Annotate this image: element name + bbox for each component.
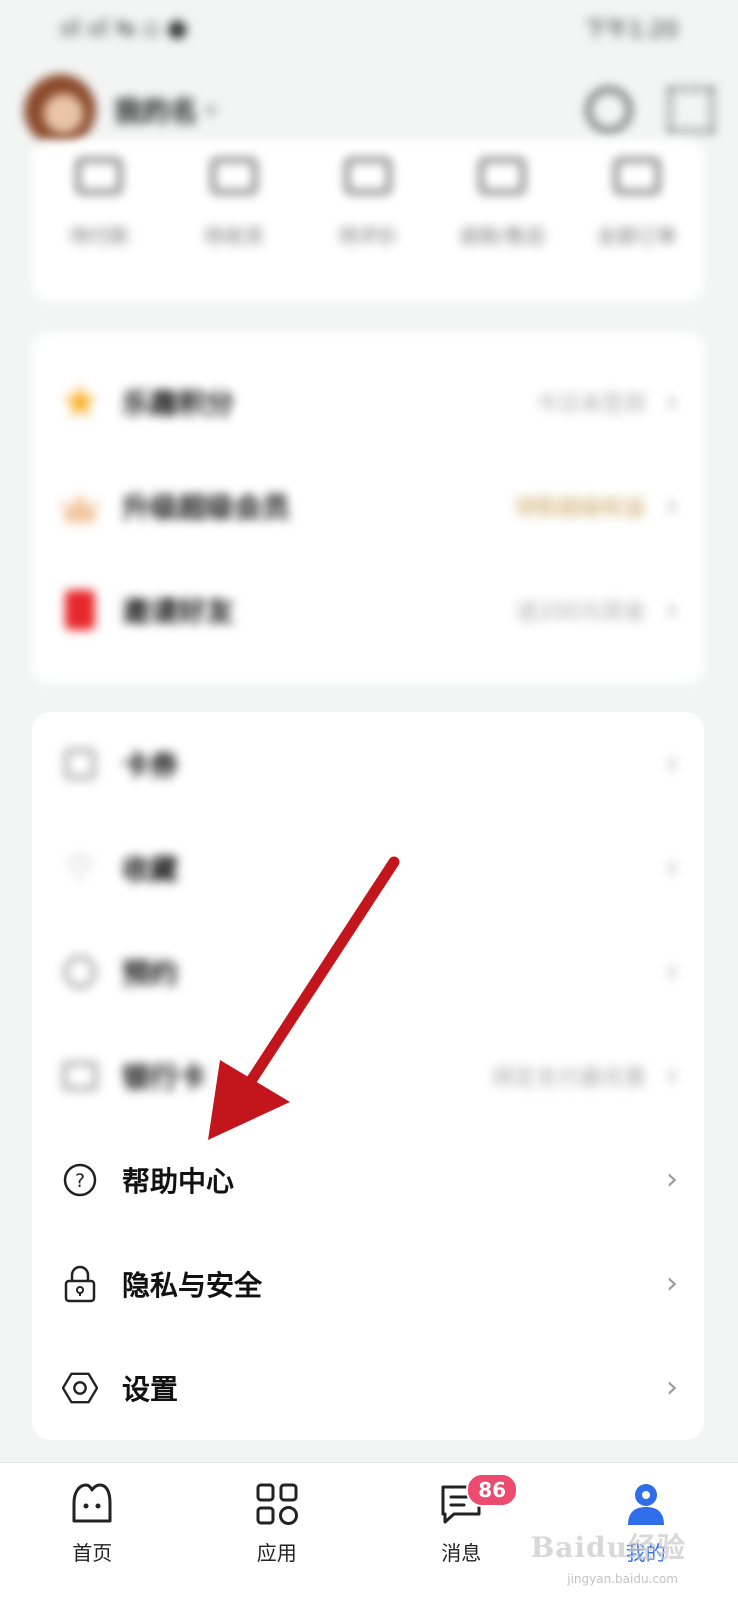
chevron-right-icon: ›	[666, 850, 678, 885]
menu-item-upgrade-vip[interactable]: 升级超级会员 领取超级权益 ›	[32, 454, 704, 558]
menu-item-coupons[interactable]: 卡券 ›	[32, 712, 704, 816]
orders-card: 待付款 待收货 待评价 退款/售后 全部订单	[32, 140, 704, 302]
chevron-right-icon: ›	[666, 488, 678, 523]
menu-item-label: 升级超级会员	[122, 491, 291, 524]
status-bar: ııl ııl ⇆ ▫ ● 下午1:20	[0, 0, 738, 56]
services-card: 卡券 › ♡ 收藏 › 预约 › 银行卡 绑定支付最优惠 › ? 帮助中心 › …	[32, 712, 704, 1440]
menu-item-invite-friends[interactable]: 邀请好友 送200元现金 ›	[32, 558, 704, 662]
star-icon	[62, 383, 98, 418]
review-icon	[344, 158, 391, 194]
nav-label: 消息	[441, 1541, 482, 1565]
settings-gear-icon[interactable]	[586, 87, 632, 133]
menu-item-label: 预约	[122, 957, 179, 990]
order-pending-payment[interactable]: 待付款	[44, 158, 154, 302]
status-signal: ııl ııl ⇆ ▫ ●	[60, 14, 188, 42]
menu-item-label: 设置	[122, 1373, 179, 1406]
status-time: 下午1:20	[584, 18, 678, 43]
menu-item-label: 卡券	[122, 749, 179, 782]
menu-item-label: 收藏	[122, 853, 179, 886]
profile-icon	[621, 1479, 671, 1529]
nav-messages[interactable]: 86 消息	[386, 1463, 536, 1566]
chevron-right-icon: ›	[666, 746, 678, 781]
coupon-icon	[65, 749, 95, 779]
order-label: 退款/售后	[458, 224, 546, 248]
menu-item-label: 帮助中心	[122, 1165, 235, 1198]
order-pending-receipt[interactable]: 待收货	[179, 158, 289, 302]
unread-badge: 86	[466, 1473, 519, 1507]
bank-card-icon	[63, 1062, 97, 1090]
chevron-right-icon: ›	[666, 1266, 678, 1301]
nav-label: 首页	[72, 1541, 113, 1565]
refund-icon	[479, 158, 526, 194]
menu-item-value: 领取超级权益	[513, 496, 646, 521]
menu-item-settings[interactable]: 设置 ›	[32, 1336, 704, 1440]
apps-grid-icon	[252, 1479, 302, 1529]
crown-icon	[62, 492, 98, 523]
menu-item-value: 绑定支付最优惠	[491, 1066, 646, 1091]
order-label: 待评价	[337, 224, 398, 248]
chevron-right-icon: ›	[666, 1162, 678, 1197]
nav-label: 应用	[256, 1541, 297, 1565]
chevron-right-icon: ›	[666, 1058, 678, 1093]
clock-icon	[64, 956, 96, 988]
chevron-right-icon: ›	[666, 384, 678, 419]
order-pending-review[interactable]: 待评价	[313, 158, 423, 302]
benefits-card: 乐趣积分 今日未签到 › 升级超级会员 领取超级权益 › 邀请好友 送200元现…	[32, 332, 704, 684]
settings-hexagon-icon	[62, 1370, 98, 1406]
account-switch-caret-icon[interactable]: ▾	[206, 98, 216, 122]
menu-item-appointments[interactable]: 预约 ›	[32, 920, 704, 1024]
chevron-right-icon: ›	[666, 954, 678, 989]
order-refund[interactable]: 退款/售后	[447, 158, 557, 302]
red-packet-icon	[65, 590, 95, 630]
username[interactable]: 我的名	[114, 90, 198, 130]
svg-text:?: ?	[75, 1170, 85, 1192]
order-label: 全部订单	[596, 224, 677, 248]
heart-icon: ♡	[66, 850, 94, 886]
menu-item-value: 送200元现金	[516, 600, 646, 625]
order-label: 待收货	[203, 224, 264, 248]
watermark-url: jingyan.baidu.com	[567, 1572, 678, 1586]
menu-item-label: 银行卡	[122, 1061, 207, 1094]
menu-item-label: 隐私与安全	[122, 1269, 263, 1302]
home-icon	[67, 1479, 117, 1529]
nav-home[interactable]: 首页	[17, 1463, 167, 1566]
menu-item-points[interactable]: 乐趣积分 今日未签到 ›	[32, 350, 704, 454]
orders-list-icon	[613, 158, 660, 194]
menu-item-value: 今日未签到	[535, 392, 646, 417]
menu-item-label: 乐趣积分	[122, 387, 235, 420]
scan-icon[interactable]	[668, 87, 714, 133]
menu-item-favorites[interactable]: ♡ 收藏 ›	[32, 816, 704, 920]
menu-item-help-center[interactable]: ? 帮助中心 ›	[32, 1128, 704, 1232]
wallet-icon	[76, 158, 123, 194]
menu-item-privacy-security[interactable]: 隐私与安全 ›	[32, 1232, 704, 1336]
nav-apps[interactable]: 应用	[202, 1463, 352, 1566]
order-all[interactable]: 全部订单	[582, 158, 692, 302]
chevron-right-icon: ›	[666, 592, 678, 627]
box-icon	[210, 158, 257, 194]
chevron-right-icon: ›	[666, 1370, 678, 1405]
menu-item-label: 邀请好友	[122, 595, 235, 628]
avatar[interactable]	[24, 74, 96, 146]
order-label: 待付款	[69, 224, 130, 248]
help-question-icon: ?	[62, 1162, 98, 1198]
menu-item-bank-card[interactable]: 银行卡 绑定支付最优惠 ›	[32, 1024, 704, 1128]
lock-icon	[62, 1265, 98, 1303]
baidu-jingyan-watermark: Baidu经验	[530, 1531, 686, 1564]
